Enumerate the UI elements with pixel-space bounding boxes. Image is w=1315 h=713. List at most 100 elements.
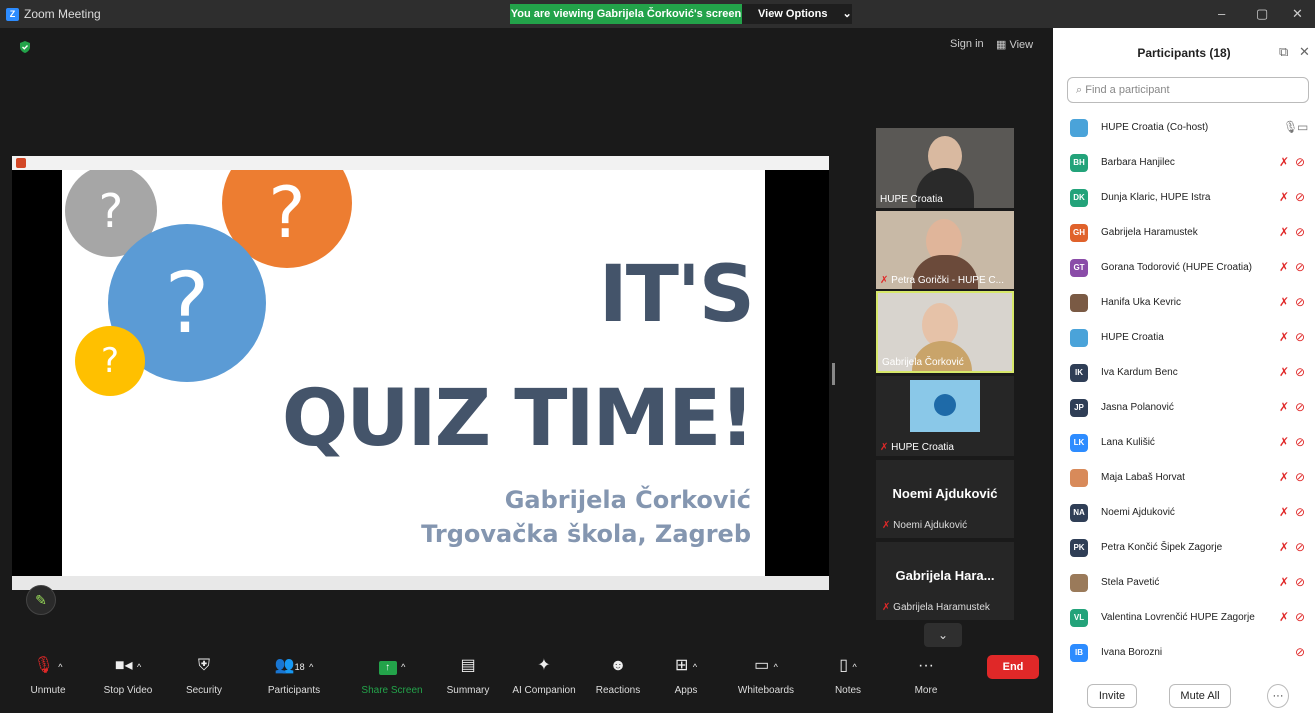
participant-row[interactable]: DK Dunja Klaric, HUPE Istra ✗ ⊘ [1053,181,1315,216]
video-tile-label: ✗ Petra Gorički - HUPE C... [880,275,1004,286]
more-button[interactable]: ··· More [886,655,966,696]
mic-muted-icon[interactable]: ✗ [1279,505,1289,519]
close-button[interactable]: ✕ [1292,6,1303,22]
participant-row[interactable]: IK Iva Kardum Benc ✗ ⊘ [1053,356,1315,391]
camera-icon[interactable]: ▭ [1297,120,1308,134]
camera-off-icon[interactable]: ⊘ [1295,295,1305,309]
apps-button[interactable]: ⊞ ^ Apps [646,655,726,696]
ai-companion-button[interactable]: ✦ AI Companion [504,655,584,696]
mic-muted-icon[interactable]: ✗ [1279,365,1289,379]
participant-row[interactable]: HUPE Croatia (Co-host) 🎙 ▭ [1053,111,1315,146]
mic-muted-icon[interactable]: ✗ [1279,540,1289,554]
video-tile-petra[interactable]: ✗ Petra Gorički - HUPE C... [876,211,1014,289]
camera-off-icon[interactable]: ⊘ [1295,260,1305,274]
camera-off-icon[interactable]: ⊘ [1295,190,1305,204]
mic-muted-icon[interactable]: ✗ [1279,435,1289,449]
maximize-button[interactable]: ▢ [1256,6,1268,22]
camera-off-icon[interactable]: ⊘ [1295,225,1305,239]
view-options-button[interactable]: View Options ⌄ [742,4,852,24]
avatar: LK [1070,434,1088,452]
mic-muted-icon[interactable]: ✗ [1279,295,1289,309]
name-tile-gabrijela-h[interactable]: Gabrijela Hara... ✗ Gabrijela Haramustek [876,542,1014,620]
camera-off-icon[interactable]: ⊘ [1295,400,1305,414]
minimize-button[interactable]: – [1218,6,1225,21]
participant-row[interactable]: GT Gorana Todorović (HUPE Croatia) ✗ ⊘ [1053,251,1315,286]
mic-muted-icon[interactable]: ✗ [1279,330,1289,344]
camera-off-icon[interactable]: ⊘ [1295,435,1305,449]
invite-button[interactable]: Invite [1087,684,1137,708]
mic-icon[interactable]: 🎙 [1283,120,1298,134]
participant-row[interactable]: Hanifa Uka Kevric ✗ ⊘ [1053,286,1315,321]
stop-video-button[interactable]: ■◂ ^ Stop Video [88,655,168,696]
participant-row[interactable]: JP Jasna Polanović ✗ ⊘ [1053,391,1315,426]
participant-row[interactable]: PK Petra Končić Šipek Zagorje ✗ ⊘ [1053,531,1315,566]
pop-out-icon[interactable]: ⧉ [1279,44,1288,60]
camera-off-icon[interactable]: ⊘ [1295,610,1305,624]
camera-off-icon[interactable]: ⊘ [1295,155,1305,169]
video-tile-gabrijela-active[interactable]: Gabrijela Čorković [876,291,1014,373]
participants-icon: 👥18 ^ [274,657,314,674]
avatar: BH [1070,154,1088,172]
mic-muted-icon[interactable]: ✗ [1279,155,1289,169]
participant-row[interactable]: GH Gabrijela Haramustek ✗ ⊘ [1053,216,1315,251]
participants-panel: Participants (18) ⧉ ✕ ⌕ Find a participa… [1053,28,1315,713]
participant-search-input[interactable]: ⌕ Find a participant [1067,77,1309,103]
mic-muted-icon[interactable]: ✗ [1279,260,1289,274]
participant-row[interactable]: BH Barbara Hanjilec ✗ ⊘ [1053,146,1315,181]
app-title: Z Zoom Meeting [6,7,101,21]
participant-row[interactable]: HUPE Croatia ✗ ⊘ [1053,321,1315,356]
more-tiles-chevron-icon[interactable]: ⌄ [924,623,962,647]
camera-off-icon[interactable]: ⊘ [1295,365,1305,379]
participant-row[interactable]: NA Noemi Ajduković ✗ ⊘ [1053,496,1315,531]
name-tile-noemi[interactable]: Noemi Ajduković ✗ Noemi Ajduković [876,460,1014,538]
participant-name: Gorana Todorović (HUPE Croatia) [1101,262,1252,273]
panel-more-button[interactable]: ··· [1267,684,1289,708]
mute-all-button[interactable]: Mute All [1169,684,1231,708]
hupe-logo-image [910,380,980,432]
view-label: View [1009,39,1034,51]
camera-off-icon[interactable]: ⊘ [1295,505,1305,519]
end-meeting-button[interactable]: End [987,655,1039,679]
ai-companion-label: AI Companion [512,685,576,696]
mic-muted-icon[interactable]: ✗ [1279,225,1289,239]
sign-in-button[interactable]: Sign in [950,38,984,50]
camera-off-icon[interactable]: ⊘ [1295,575,1305,589]
participant-row[interactable]: LK Lana Kulišić ✗ ⊘ [1053,426,1315,461]
close-panel-icon[interactable]: ✕ [1299,44,1310,60]
notes-button[interactable]: ▯ ^ Notes [808,655,888,696]
camera-off-icon[interactable]: ⊘ [1295,540,1305,554]
camera-off-icon[interactable]: ⊘ [1295,470,1305,484]
view-button[interactable]: ▦ View [996,38,1033,51]
camera-off-icon[interactable]: ⊘ [1295,645,1305,659]
video-tile-hupe-logo[interactable]: ✗ HUPE Croatia [876,376,1014,456]
avatar: PK [1070,539,1088,557]
participant-name: Maja Labaš Horvat [1101,472,1185,483]
unmute-button[interactable]: 🎙 ^ Unmute [8,655,88,696]
more-label: More [914,685,938,696]
encryption-shield-icon[interactable] [18,40,32,54]
mic-muted-icon[interactable]: ✗ [1279,400,1289,414]
participant-row[interactable]: IB Ivana Borozni ⊘ [1053,636,1315,671]
security-button[interactable]: ⛨ Security [164,655,244,696]
whiteboards-button[interactable]: ▭ ^ Whiteboards [726,655,806,696]
mic-muted-icon[interactable]: ✗ [1279,575,1289,589]
participant-row[interactable]: Stela Pavetić ✗ ⊘ [1053,566,1315,601]
mic-muted-icon: ✗ [880,275,892,286]
video-tile-hupe-croatia[interactable]: HUPE Croatia [876,128,1014,208]
share-screen-button[interactable]: ↑ ^ Share Screen [352,655,432,696]
shared-screen[interactable]: ? ? ? ? IT'S QUIZ TIME! Gabrijela Čorkov… [12,156,829,590]
participant-name: Lana Kulišić [1101,437,1155,448]
mic-muted-icon[interactable]: ✗ [1279,470,1289,484]
annotate-pencil-button[interactable]: ✎ [26,585,56,615]
participant-row[interactable]: Maja Labaš Horvat ✗ ⊘ [1053,461,1315,496]
panel-resize-handle[interactable] [832,363,835,385]
participant-row[interactable]: VL Valentina Lovrenčić HUPE Zagorje ✗ ⊘ [1053,601,1315,636]
zoom-logo-icon: Z [6,7,19,21]
search-icon: ⌕ [1076,84,1086,96]
camera-off-icon[interactable]: ⊘ [1295,330,1305,344]
participant-name: Jasna Polanović [1101,402,1174,413]
mic-muted-icon[interactable]: ✗ [1279,610,1289,624]
participants-button[interactable]: 👥18 ^ Participants [254,655,334,696]
mic-muted-icon[interactable]: ✗ [1279,190,1289,204]
summary-button[interactable]: ▤ Summary [428,655,508,696]
